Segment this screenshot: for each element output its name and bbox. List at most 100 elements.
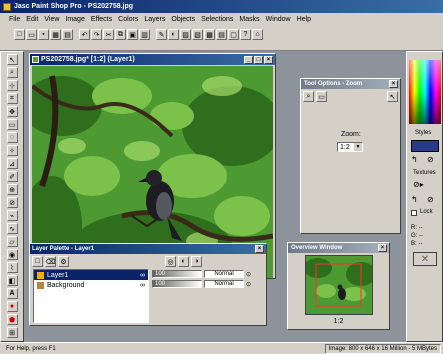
paste-new-icon[interactable]: ▥ <box>139 29 150 40</box>
minimize-icon[interactable]: _ <box>244 55 253 64</box>
paintbrush-icon[interactable]: ✐ <box>6 171 18 182</box>
tool-options-icon[interactable]: ▩ <box>204 29 215 40</box>
foreground-style-swatch[interactable] <box>411 140 439 152</box>
opacity-slider[interactable]: 100 <box>152 280 202 288</box>
print-icon[interactable]: ▤ <box>62 29 73 40</box>
magic-wand-icon[interactable]: ✧ <box>6 145 18 156</box>
picture-tube-icon[interactable]: ◉ <box>6 249 18 260</box>
layer-row[interactable]: Background ∞ <box>34 280 148 290</box>
new-file-icon[interactable]: □ <box>14 29 25 40</box>
cut-icon[interactable]: ✂ <box>103 29 114 40</box>
tool-options-close-icon[interactable]: × <box>389 80 398 88</box>
close-icon[interactable]: × <box>264 55 273 64</box>
home-icon[interactable]: ⌂ <box>252 29 263 40</box>
fullscreen-icon[interactable]: ▢ <box>228 29 239 40</box>
open-file-icon[interactable]: ▭ <box>26 29 37 40</box>
menu-layers[interactable]: Layers <box>141 16 168 23</box>
menu-help[interactable]: Help <box>294 16 314 23</box>
clone-brush-icon[interactable]: ⊕ <box>6 184 18 195</box>
eye-icon[interactable]: ∞ <box>140 282 145 289</box>
eye-icon[interactable]: ∞ <box>140 272 145 279</box>
mover-tool-icon[interactable]: ✥ <box>6 106 18 117</box>
layer-name: Layer1 <box>47 271 69 279</box>
menu-colors[interactable]: Colors <box>115 16 141 23</box>
histogram-icon[interactable]: ▨ <box>180 29 191 40</box>
layer-palette-close-icon[interactable]: × <box>255 245 264 253</box>
overview-title: Overview Window <box>291 245 343 251</box>
scratch-remover-icon[interactable]: ∿ <box>6 223 18 234</box>
menu-edit[interactable]: Edit <box>23 16 41 23</box>
retouch-tool-icon[interactable]: ⌁ <box>6 210 18 221</box>
texture-picker-icon[interactable]: ⊘▸ <box>413 180 424 189</box>
zoom-select-value: 1:2 <box>340 143 350 151</box>
object-selector-icon[interactable]: ⊞ <box>6 327 18 338</box>
lock-checkbox[interactable] <box>411 210 417 216</box>
menu-objects[interactable]: Objects <box>168 16 198 23</box>
swap-textures-icon[interactable]: ↰ <box>411 195 418 204</box>
blend-mode-value: Normal <box>214 281 234 287</box>
blend-icon[interactable]: ◑ <box>191 256 202 267</box>
delete-layer-icon[interactable]: ⌫ <box>45 256 56 267</box>
layer-icon <box>37 281 44 289</box>
tools-palette: ↖ ⌕ ⊹ ⌗ ✥ ▭ ◌ ✧ ⊿ ✐ ⊕ ⊘ ⌁ ∿ ▱ ◉ ⌇ ◧ A ● … <box>0 51 24 342</box>
lock-icon[interactable]: ⊙ <box>246 281 251 288</box>
selection-tool-icon[interactable]: ▭ <box>6 119 18 130</box>
save-icon[interactable]: ▪ <box>38 29 49 40</box>
color-replacer-icon[interactable]: ⊘ <box>6 197 18 208</box>
paste-icon[interactable]: ▣ <box>127 29 138 40</box>
options-help-icon[interactable]: ↖ <box>387 91 398 102</box>
help-icon[interactable]: ? <box>240 29 251 40</box>
dropper-tool-icon[interactable]: ⊿ <box>6 158 18 169</box>
deform-tool-icon[interactable]: ⊹ <box>6 80 18 91</box>
color-picker-icon[interactable]: ◐ <box>168 29 179 40</box>
flood-fill-icon[interactable]: ◧ <box>6 275 18 286</box>
opacity-icon[interactable]: ◐ <box>178 256 189 267</box>
menu-effects[interactable]: Effects <box>88 16 115 23</box>
zoom-select[interactable]: 1:2 ▼ <box>337 142 363 152</box>
freehand-tool-icon[interactable]: ◌ <box>6 132 18 143</box>
new-layer-icon[interactable]: □ <box>32 256 43 267</box>
visibility-icon[interactable]: ◎ <box>165 256 176 267</box>
arrow-tool-icon[interactable]: ↖ <box>6 54 18 65</box>
current-color-box[interactable]: ✕ <box>413 252 437 266</box>
status-image-info: Image: 800 x 646 x 16 Million - 5 MBytes <box>324 343 441 354</box>
copy-icon[interactable]: ⧉ <box>115 29 126 40</box>
texture-off-icon[interactable]: ⊘ <box>427 195 434 204</box>
lock-icon[interactable]: ⊙ <box>246 271 251 278</box>
menu-image[interactable]: Image <box>62 16 87 23</box>
overview-thumbnail[interactable] <box>305 255 373 315</box>
layer-list: Layer1 ∞ Background ∞ <box>33 269 149 323</box>
blend-mode-select[interactable]: Normal <box>204 270 244 278</box>
layer-row[interactable]: Layer1 ∞ <box>34 270 148 280</box>
overview-icon[interactable]: ▧ <box>192 29 203 40</box>
menu-window[interactable]: Window <box>263 16 294 23</box>
overview-close-icon[interactable]: × <box>378 244 387 252</box>
color-palette: Styles ↰ ⊘ Textures ⊘▸ ↰ ⊘ Lock R: -- G:… <box>406 51 443 342</box>
layer-palette-icon[interactable]: ▤ <box>216 29 227 40</box>
layer-properties-icon[interactable]: ⚙ <box>58 256 69 267</box>
undo-icon[interactable]: ↶ <box>79 29 90 40</box>
menu-file[interactable]: File <box>6 16 23 23</box>
zoom-options-icon[interactable]: ⌕ <box>303 91 314 102</box>
text-tool-icon[interactable]: A <box>6 288 18 299</box>
browse-icon[interactable]: ▦ <box>50 29 61 40</box>
crop-tool-icon[interactable]: ⌗ <box>6 93 18 104</box>
pen-icon[interactable]: ✎ <box>156 29 167 40</box>
eraser-tool-icon[interactable]: ▱ <box>6 236 18 247</box>
color-spectrum[interactable] <box>409 60 441 124</box>
layer-properties-area: 100 Normal ⊙ 100 Normal ⊙ <box>152 269 264 323</box>
swap-styles-icon[interactable]: ↰ <box>411 155 418 164</box>
draw-tool-icon[interactable]: ⬟ <box>6 314 18 325</box>
menu-selections[interactable]: Selections <box>198 16 236 23</box>
style-picker-icon[interactable]: ⊘ <box>427 155 434 164</box>
blend-mode-select[interactable]: Normal <box>204 280 244 288</box>
opacity-slider[interactable]: 100 <box>152 270 202 278</box>
airbrush-icon[interactable]: ⌇ <box>6 262 18 273</box>
zoom-mode-icon[interactable]: ▭ <box>316 91 327 102</box>
menu-masks[interactable]: Masks <box>236 16 262 23</box>
menu-view[interactable]: View <box>41 16 62 23</box>
maximize-icon[interactable]: □ <box>254 55 263 64</box>
redo-icon[interactable]: ↷ <box>91 29 102 40</box>
preset-shapes-icon[interactable]: ● <box>6 301 18 312</box>
zoom-tool-icon[interactable]: ⌕ <box>6 67 18 78</box>
